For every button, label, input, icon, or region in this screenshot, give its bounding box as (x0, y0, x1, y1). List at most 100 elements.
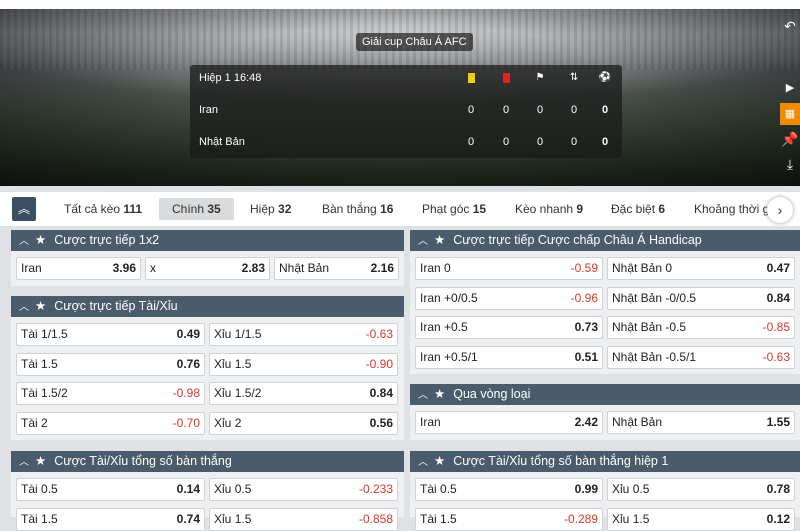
league-name: Giải cup Châu Á AFC (356, 33, 473, 51)
odds-cell[interactable]: Tài 1.5 0.76 (16, 352, 205, 376)
download-icon[interactable]: ⤓ (780, 153, 800, 175)
odds-cell[interactable]: Nhật Bản 1.55 (607, 411, 795, 434)
match-period: Hiệp 1 16:48 (199, 72, 262, 84)
home-subs: 0 (570, 104, 578, 116)
handicap-line: 2 (234, 415, 242, 430)
odds-cell[interactable]: Tài 1.5/2 -0.98 (16, 382, 205, 405)
odds-selection: Tài 1.5/2 (21, 386, 68, 400)
handicap-line: +0.5 (444, 320, 468, 334)
odds-cell[interactable]: Nhật Bản -0.5 -0.85 (607, 316, 795, 339)
odds-selection: Xỉu 0.5 (214, 482, 252, 496)
next-arrow-icon[interactable]: › (767, 197, 793, 223)
star-icon[interactable]: ★ (434, 387, 445, 401)
odds-cell[interactable]: Iran 2.42 (415, 411, 603, 434)
tab-all[interactable]: Tất cả kèo 111 (64, 198, 142, 220)
star-icon[interactable]: ★ (35, 454, 46, 468)
odds-cell[interactable]: Iran 0 -0.59 (415, 257, 603, 280)
odds-cell[interactable]: Tài 0.5 0.14 (16, 478, 205, 501)
scoreboard-header-row: Hiệp 1 16:48 ⚑ ⇅ ⚽ (190, 68, 622, 88)
star-icon[interactable]: ★ (35, 299, 46, 313)
star-icon[interactable]: ★ (35, 233, 46, 247)
handicap-line: 0 (665, 261, 673, 275)
odds-cell[interactable]: Nhật Bản 2.16 (274, 257, 399, 280)
panel-title: Qua vòng loại (453, 387, 531, 401)
tab-time-range[interactable]: Khoảng thời gi (694, 198, 772, 220)
tab-corners[interactable]: Phạt góc 15 (422, 198, 486, 220)
odds-selection: Xỉu 1/1.5 (214, 327, 262, 341)
star-icon[interactable]: ★ (434, 454, 445, 468)
home-goals: 0 (601, 104, 609, 116)
odds-value: 0.12 (766, 511, 790, 526)
tab-special[interactable]: Đặc biệt 6 (611, 198, 665, 220)
tab-goals[interactable]: Bàn thắng 16 (322, 198, 393, 220)
odds-cell[interactable]: Iran 3.96 (16, 257, 141, 280)
odds-cell[interactable]: Tài 1.5 0.74 (16, 507, 205, 531)
star-icon[interactable]: ★ (434, 233, 445, 247)
handicap-line: 1.5 (632, 511, 650, 526)
yellow-card-icon (464, 68, 478, 88)
odds-cell[interactable]: Xỉu 2 0.56 (209, 411, 398, 435)
chevron-up-icon: ︿ (19, 457, 29, 468)
odds-cell[interactable]: Iran +0/0.5 -0.96 (415, 286, 603, 310)
chevron-up-icon: ︿ (418, 457, 428, 468)
collapse-up-icon[interactable]: ︽ (12, 197, 36, 221)
odds-cell[interactable]: Xỉu 1.5 0.12 (607, 507, 795, 531)
odds-cell[interactable]: Xỉu 0.5 -0.233 (209, 478, 398, 501)
odds-cell[interactable]: Tài 2 -0.70 (16, 411, 205, 435)
undo-icon[interactable]: ↶ (780, 15, 800, 37)
panel-header[interactable]: ︿ ★ Cược trực tiếp Tài/Xỉu (11, 296, 404, 317)
panel-title: Cược Tài/Xỉu tổng số bàn thắng (54, 454, 232, 468)
panel-header[interactable]: ︿ ★ Cược trực tiếp Cược chấp Châu Á Handic… (410, 230, 800, 251)
odds-cell[interactable]: Xỉu 0.5 0.78 (607, 478, 795, 501)
red-card-icon (499, 68, 513, 88)
odds-cell[interactable]: Iran +0.5/1 0.51 (415, 345, 603, 369)
odds-value: -0.70 (172, 415, 200, 430)
scoreboard: Hiệp 1 16:48 ⚑ ⇅ ⚽ Iran 0 0 0 0 0 Nhật B… (190, 65, 622, 158)
panel-header[interactable]: ︿ ★ Cược Tài/Xỉu tổng số bàn thắng hiệp 1 (410, 451, 800, 472)
odds-value: -0.289 (563, 511, 598, 526)
odds-cell[interactable]: Tài 1/1.5 0.49 (16, 323, 205, 346)
odds-cell[interactable]: Nhật Bản 0 0.47 (607, 257, 795, 280)
pin-icon[interactable]: 📌 (780, 128, 800, 150)
odds-cell[interactable]: Nhật Bản -0.5/1 -0.63 (607, 345, 795, 369)
tab-half[interactable]: Hiệp 32 (250, 198, 291, 220)
tab-main[interactable]: Chính 35 (159, 198, 234, 220)
panel-total-goals: ︿ ★ Cược Tài/Xỉu tổng số bàn thắng Tài 0.5… (11, 451, 404, 531)
odds-selection: Xỉu 1.5 (612, 511, 650, 526)
odds-cell[interactable]: Xỉu 1.5 -0.90 (209, 352, 398, 376)
odds-cell[interactable]: Nhật Bản -0/0.5 0.84 (607, 286, 795, 310)
odds-value: -0.90 (365, 356, 393, 371)
handicap-line: +0/0.5 (444, 290, 478, 305)
odds-cell[interactable]: Iran +0.5 0.73 (415, 316, 603, 339)
away-team-row: Nhật Bản 0 0 0 0 0 (190, 132, 622, 152)
odds-cell[interactable]: Tài 0.5 0.99 (415, 478, 603, 501)
odds-cell[interactable]: Xỉu 1.5/2 0.84 (209, 382, 398, 405)
odds-cell[interactable]: x 2.83 (145, 257, 270, 280)
handicap-line: -0.5 (665, 320, 687, 334)
odds-selection: Xỉu 1.5 (214, 356, 252, 371)
tab-quick[interactable]: Kèo nhanh 9 (515, 198, 583, 220)
odds-selection: Xỉu 1.5/2 (214, 386, 262, 400)
handicap-line: 1/1.5 (41, 327, 68, 341)
odds-cell[interactable]: Xỉu 1/1.5 -0.63 (209, 323, 398, 346)
odds-cell[interactable]: Tài 1.5 -0.289 (415, 507, 603, 531)
odds-selection: Iran +0.5 (420, 320, 468, 334)
panel-header[interactable]: ︿ ★ Cược trực tiếp 1x2 (11, 230, 404, 251)
odds-selection: Xỉu 2 (214, 415, 242, 430)
grid-icon[interactable]: ▦ (780, 103, 800, 125)
chevron-up-icon: ︿ (418, 236, 428, 247)
panel-header[interactable]: ︿ ★ Cược Tài/Xỉu tổng số bàn thắng (11, 451, 404, 472)
odds-value: 0.47 (766, 261, 790, 275)
odds-value: 0.49 (176, 327, 200, 341)
home-team-row: Iran 0 0 0 0 0 (190, 100, 622, 120)
odds-value: 1.55 (766, 415, 790, 429)
panel-header[interactable]: ︿ ★ Qua vòng loại (410, 384, 800, 405)
odds-value: -0.858 (358, 511, 393, 526)
panel-title: Cược trực tiếp 1x2 (54, 233, 160, 247)
handicap-line: 1.5 (234, 511, 252, 526)
play-icon[interactable]: ▶ (780, 77, 800, 99)
odds-value: 0.76 (176, 356, 200, 371)
odds-cell[interactable]: Xỉu 1.5 -0.858 (209, 507, 398, 531)
odds-selection: Tài 2 (21, 415, 48, 430)
side-toolbar: ↶ ▶ ▦ 📌 ⤓ (780, 15, 800, 175)
